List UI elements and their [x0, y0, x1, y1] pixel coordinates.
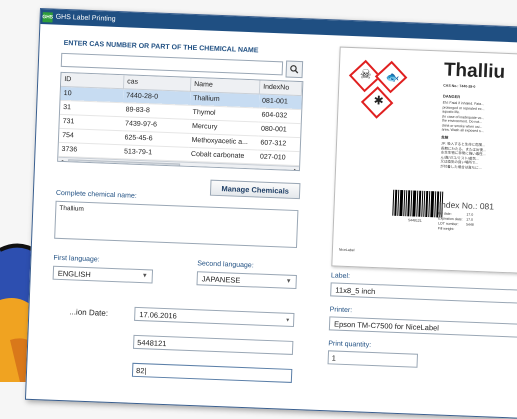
scroll-left-icon[interactable]: ◂: [60, 158, 63, 165]
printer-label: Printer:: [329, 306, 353, 315]
scroll-right-icon[interactable]: ▸: [294, 167, 297, 171]
fill-weight-input[interactable]: 82|: [131, 362, 293, 383]
search-button[interactable]: [285, 60, 304, 79]
scroll-thumb[interactable]: III: [67, 159, 181, 171]
app-icon: GHS: [42, 11, 54, 22]
preview-jp-signal: 危険: [441, 135, 449, 140]
preview-title: Thalliu: [443, 59, 506, 83]
calendar-dropdown-icon[interactable]: ▾: [286, 316, 289, 323]
manage-chemicals-button[interactable]: Manage Chemicals: [209, 179, 301, 200]
chevron-down-icon: ▼: [285, 278, 292, 285]
first-language-select[interactable]: ENGLISH ▼: [52, 265, 154, 284]
search-title: ENTER CAS NUMBER OR PART OF THE CHEMICAL…: [63, 39, 259, 55]
date-label: ...ion Date:: [69, 307, 109, 318]
label-select-value: 11x8_5 inch: [335, 285, 376, 296]
barcode-number: 5448121: [408, 218, 422, 223]
label-select[interactable]: 11x8_5 inch: [330, 282, 517, 305]
second-language-label: Second language:: [197, 260, 254, 270]
preview-signal-word: DANGER: [442, 93, 461, 100]
print-quantity-label: Print quantity:: [328, 340, 372, 349]
barcode: [392, 189, 444, 218]
print-quantity-input[interactable]: 1: [327, 350, 419, 368]
second-language-select[interactable]: JAPANESE ▼: [196, 271, 297, 290]
preview-jp-text: JP: 吸入すると生命に危険... 長期にわたる、または反復... 水生生物に非…: [440, 141, 517, 172]
preview-footer: NiceLabel: [338, 247, 355, 253]
printer-select[interactable]: Epson TM-C7500 for NiceLabel: [328, 316, 517, 339]
main-window: GHS GHS Label Printing ENTER CAS NUMBER …: [24, 8, 517, 419]
lot-number-input[interactable]: 5448121: [132, 334, 294, 355]
window-title: GHS Label Printing: [55, 13, 116, 23]
environment-icon: 🐟: [385, 71, 400, 85]
complete-name-textarea[interactable]: Thallium: [54, 200, 299, 249]
preview-lot-value: 5448: [465, 222, 474, 227]
printer-select-value: Epson TM-C7500 for NiceLabel: [333, 319, 440, 333]
preview-weight-label: Fill weight:: [437, 226, 455, 232]
label-field-label: Label:: [330, 272, 351, 281]
preview-cas: CAS No.: 7440-28-0: [443, 83, 476, 89]
cell-indexno: 027-010: [256, 149, 300, 166]
health-hazard-icon: ✱: [373, 93, 384, 108]
first-language-value: ENGLISH: [57, 268, 91, 279]
date-picker[interactable]: 17.06.2016 ▾: [134, 306, 295, 327]
chemical-table: ID cas Name IndexNo 10 7440-28-0 Thalliu…: [58, 72, 302, 166]
search-icon: [290, 65, 299, 74]
second-language-value: JAPANESE: [201, 273, 241, 285]
preview-hazard-text: EN: Fatal if inhaled. Fata... prolonged …: [442, 101, 517, 136]
search-input[interactable]: [60, 52, 284, 76]
preview-index: Index No.: 081: [438, 199, 495, 212]
date-value: 17.06.2016: [139, 309, 178, 320]
skull-crossbones-icon: ☠: [359, 66, 372, 82]
chemical-grid: ID cas Name IndexNo 10 7440-28-0 Thalliu…: [57, 71, 304, 172]
label-preview: ☠ 🐟 ✱ Thalliu CAS No.: 7440-28-0 DANGER …: [331, 46, 517, 275]
chevron-down-icon: ▼: [141, 273, 148, 280]
first-language-label: First language:: [53, 254, 100, 264]
complete-name-label: Complete chemical name:: [55, 189, 137, 200]
